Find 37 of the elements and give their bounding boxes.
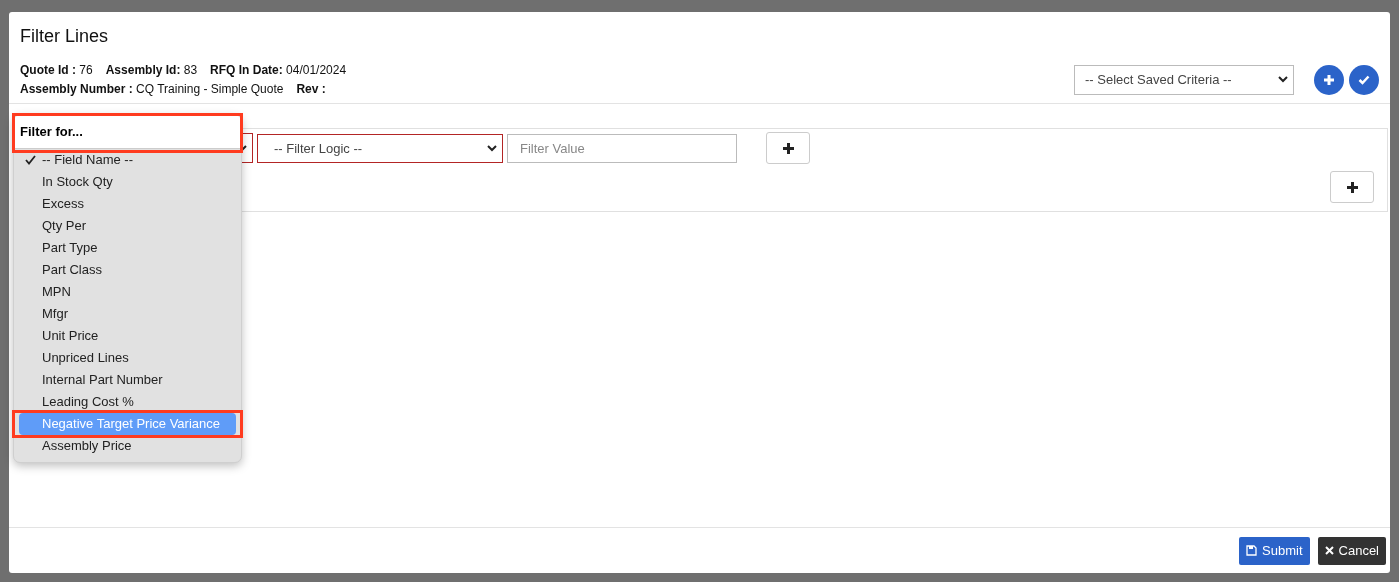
add-group-button[interactable] (1330, 171, 1374, 203)
dropdown-option[interactable]: Unpriced Lines (19, 347, 236, 369)
close-icon (1324, 546, 1334, 555)
dropdown-option[interactable]: Excess (19, 193, 236, 215)
dropdown-option[interactable]: MPN (19, 281, 236, 303)
chevron-icon (1278, 76, 1288, 83)
plus-icon (1323, 73, 1335, 86)
plus-icon (781, 141, 795, 155)
add-button[interactable] (1314, 64, 1344, 95)
dropdown-option[interactable]: -- Field Name -- (19, 149, 236, 171)
cancel-button[interactable]: Cancel (1317, 536, 1386, 565)
dropdown-option[interactable]: Mfgr (19, 303, 236, 325)
info-text: Assembly Number : CQ Training - Simple Quote (20, 81, 284, 97)
dropdown-option[interactable]: Leading Cost % (19, 391, 236, 413)
info-text: RFQ In Date: 04/01/2024 (210, 62, 347, 78)
dropdown-option[interactable]: Unit Price (19, 325, 236, 347)
info-text: Rev : (296, 81, 326, 97)
filter-search-field[interactable]: Filter for... (14, 115, 241, 149)
dropdown-option[interactable]: In Stock Qty (19, 171, 236, 193)
info-text: Assembly Id: 83 (105, 62, 198, 78)
dropdown-option[interactable]: Qty Per (19, 215, 236, 237)
dialog-title: Filter Lines (19, 25, 110, 46)
chevron-icon (487, 144, 497, 152)
filter-value-field[interactable]: Filter Value (507, 133, 737, 163)
info-text: Quote Id : 76 (20, 62, 93, 78)
save-icon (1246, 545, 1258, 556)
dropdown-option[interactable]: Assembly Price (19, 435, 236, 457)
checkmark-icon (1358, 74, 1370, 85)
filter-logic-select[interactable]: -- Filter Logic -- (257, 133, 503, 163)
saved-criteria-select[interactable]: -- Select Saved Criteria -- (1074, 64, 1294, 95)
add-condition-button[interactable] (766, 132, 810, 164)
dropdown-option[interactable]: Internal Part Number (19, 369, 236, 391)
apply-button[interactable] (1349, 64, 1379, 95)
dropdown-option[interactable]: Part Type (19, 237, 236, 259)
submit-button[interactable]: Submit (1239, 536, 1310, 565)
plus-icon (1345, 180, 1359, 194)
dropdown-option[interactable]: Part Class (19, 259, 236, 281)
